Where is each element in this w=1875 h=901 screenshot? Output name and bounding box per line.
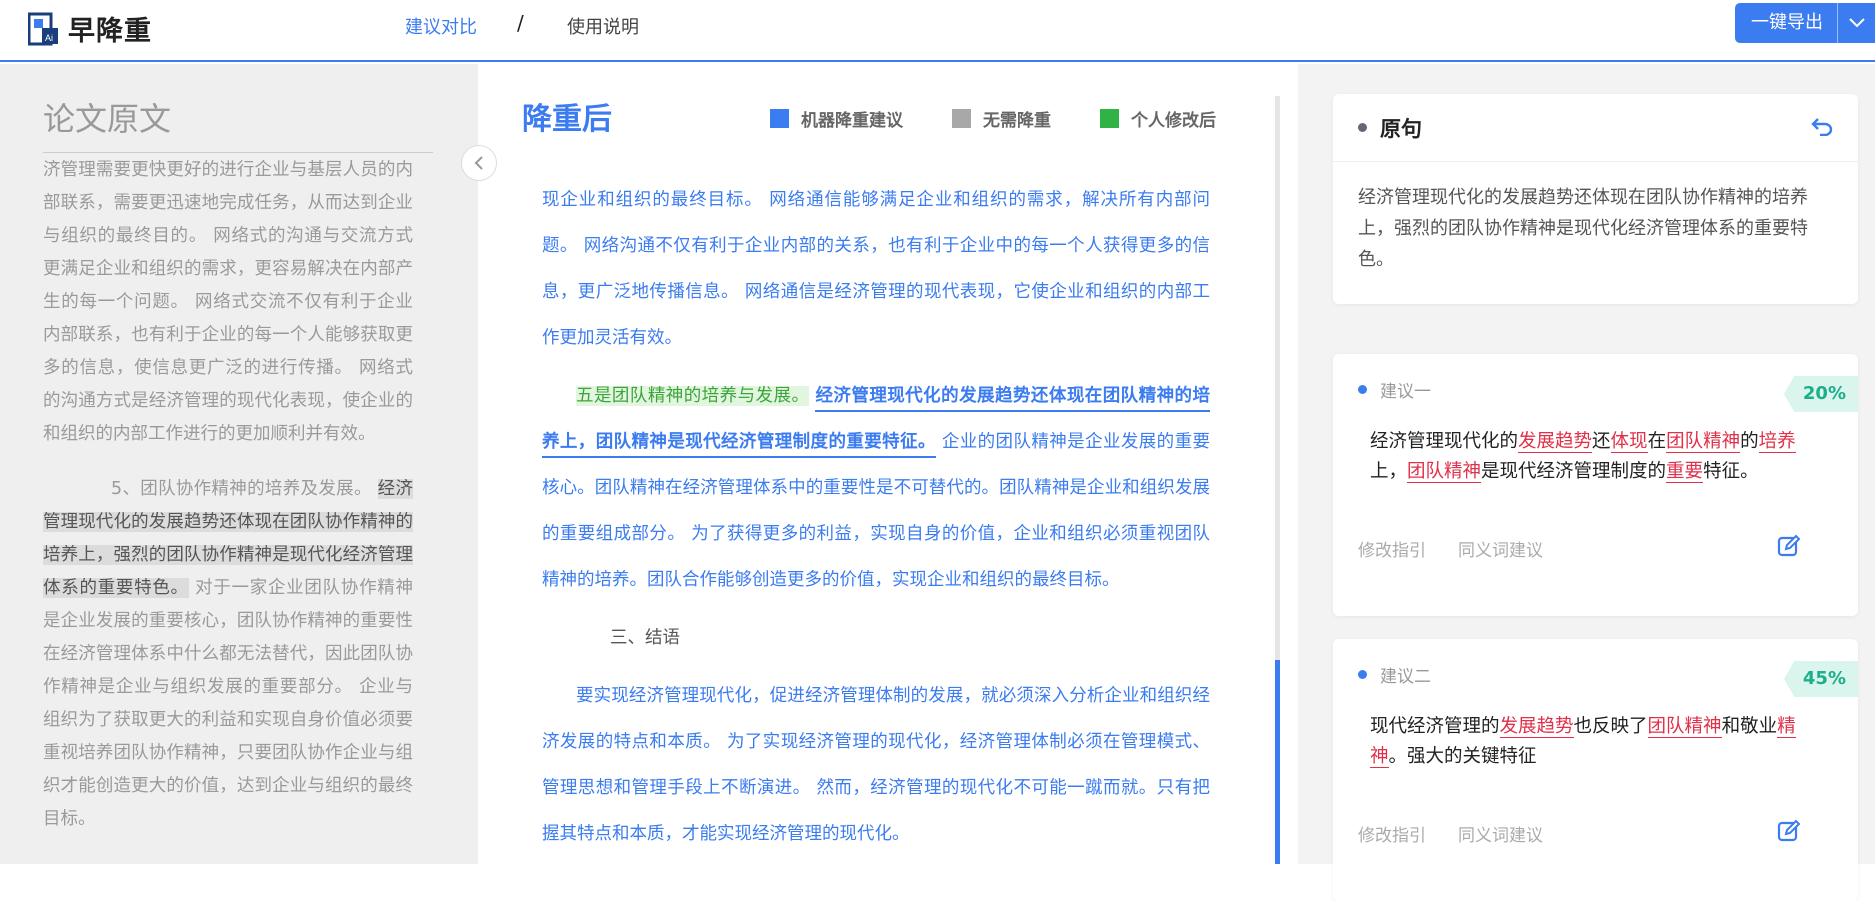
svg-text:Ai: Ai xyxy=(45,33,53,43)
original-rest: 对于一家企业团队协作精神是企业发展的重要核心，团队协作精神的重要性在经济管理体系… xyxy=(43,578,414,829)
logo[interactable]: Ai 早降重 xyxy=(27,9,152,48)
suggestion-footer: 修改指引 同义词建议 xyxy=(1333,819,1858,848)
scrollbar-thumb[interactable] xyxy=(1275,660,1280,864)
legend-swatch xyxy=(952,109,971,128)
undo-icon[interactable] xyxy=(1811,116,1833,140)
modify-guide-link[interactable]: 修改指引 xyxy=(1358,821,1426,846)
nav-guide-link[interactable]: 使用说明 xyxy=(567,13,639,39)
suggestion-text[interactable]: 现代经济管理的发展趋势也反映了团队精神和敬业精神。强大的关键特征 xyxy=(1333,709,1858,801)
legend-swatch xyxy=(770,109,789,128)
synonym-suggestion-link[interactable]: 同义词建议 xyxy=(1458,821,1543,846)
original-pane-title: 论文原文 xyxy=(43,100,172,138)
legend-item-no-need: 无需降重 xyxy=(952,106,1051,131)
edit-icon[interactable] xyxy=(1777,534,1801,563)
suggestion-card[interactable]: 建议一 20% 经济管理现代化的发展趋势还体现在团队精神的培养上，团队精神是现代… xyxy=(1333,354,1858,616)
section-heading: 三、结语 xyxy=(610,628,680,648)
original-paragraph: 济管理需要更快更好的进行企业与基层人员的内部联系，需要更迅速地完成任务，从而达到… xyxy=(43,160,413,444)
suggestion-header: 建议二 xyxy=(1333,639,1858,709)
nav-compare-link[interactable]: 建议对比 xyxy=(405,13,477,39)
suggestion-card[interactable]: 建议二 45% 现代经济管理的发展趋势也反映了团队精神和敬业精神。强大的关键特征… xyxy=(1333,639,1858,901)
legend-item-machine: 机器降重建议 xyxy=(770,106,903,131)
modify-guide-link[interactable]: 修改指引 xyxy=(1358,536,1426,561)
chevron-down-icon[interactable] xyxy=(1837,3,1875,43)
collapse-button[interactable] xyxy=(461,145,497,181)
suggestion-pane: 原句 经济管理现代化的发展趋势还体现在团队协作精神的培养上，强烈的团队协作精神是… xyxy=(1298,64,1875,901)
legend-label: 个人修改后 xyxy=(1131,111,1216,131)
rewritten-paragraph: 五是团队精神的培养与发展。 经济管理现代化的发展趋势还体现在团队精神的培养上，团… xyxy=(542,373,1211,603)
personal-edit-span[interactable]: 五是团队精神的培养与发展。 xyxy=(576,386,810,406)
original-sentence-title: 原句 xyxy=(1380,116,1422,141)
card-header: 原句 xyxy=(1333,94,1858,162)
original-sentence-card: 原句 经济管理现代化的发展趋势还体现在团队协作精神的培养上，强烈的团队协作精神是… xyxy=(1333,94,1858,304)
similarity-badge: 20% xyxy=(1784,376,1858,412)
synonym-suggestion-link[interactable]: 同义词建议 xyxy=(1458,536,1543,561)
legend-label: 机器降重建议 xyxy=(801,111,903,131)
chevron-left-icon xyxy=(474,156,483,170)
logo-icon: Ai xyxy=(27,12,60,46)
edit-icon[interactable] xyxy=(1777,819,1801,848)
suggestion-header: 建议一 xyxy=(1333,354,1858,424)
bullet-dot xyxy=(1358,669,1367,679)
rewritten-text-pane: 降重后 机器降重建议 无需降重 个人修改后 现企业和组织的最终目标。 网络通信能… xyxy=(478,64,1278,864)
original-text-pane: 论文原文 济管理需要更快更好的进行企业与基层人员的内部联系，需要更迅速地完成任务… xyxy=(0,64,478,864)
export-label: 一键导出 xyxy=(1751,12,1823,33)
original-lead: 5、团队协作精神的培养及发展。 xyxy=(111,479,372,499)
rewritten-paragraph[interactable]: 要实现经济管理现代化，促进经济管理体制的发展，就必须深入分析企业和组织经济发展的… xyxy=(542,673,1210,857)
similarity-badge: 45% xyxy=(1784,661,1858,697)
legend-label: 无需降重 xyxy=(983,111,1051,131)
top-header: Ai 早降重 建议对比 / 使用说明 一键导出 xyxy=(0,0,1875,62)
divider xyxy=(43,152,433,153)
logo-text: 早降重 xyxy=(68,16,152,47)
suggestion-text[interactable]: 经济管理现代化的发展趋势还体现在团队精神的培养上，团队精神是现代经济管理制度的重… xyxy=(1333,424,1858,516)
suggestion-name: 建议一 xyxy=(1380,381,1431,402)
bullet-dot xyxy=(1358,123,1367,132)
suggestion-footer: 修改指引 同义词建议 xyxy=(1333,534,1858,563)
rewritten-text-body: 现企业和组织的最终目标。 网络通信能够满足企业和组织的需求，解决所有内部问题。 … xyxy=(542,177,1211,864)
legend-item-personal: 个人修改后 xyxy=(1100,106,1216,131)
suggestion-name: 建议二 xyxy=(1380,666,1431,687)
original-text-body: 济管理需要更快更好的进行企业与基层人员的内部联系，需要更迅速地完成任务，从而达到… xyxy=(43,154,413,858)
original-paragraph: 5、团队协作精神的培养及发展。 经济管理现代化的发展趋势还体现在团队协作精神的培… xyxy=(43,473,413,836)
rewritten-pane-title: 降重后 xyxy=(522,102,612,137)
export-button[interactable]: 一键导出 xyxy=(1735,3,1875,43)
nav-separator: / xyxy=(517,11,524,35)
bullet-dot xyxy=(1358,384,1367,394)
original-sentence-text: 经济管理现代化的发展趋势还体现在团队协作精神的培养上，强烈的团队协作精神是现代化… xyxy=(1358,187,1808,270)
legend-swatch xyxy=(1100,109,1119,128)
rewritten-paragraph[interactable]: 现企业和组织的最终目标。 网络通信能够满足企业和组织的需求，解决所有内部问题。 … xyxy=(542,177,1210,361)
